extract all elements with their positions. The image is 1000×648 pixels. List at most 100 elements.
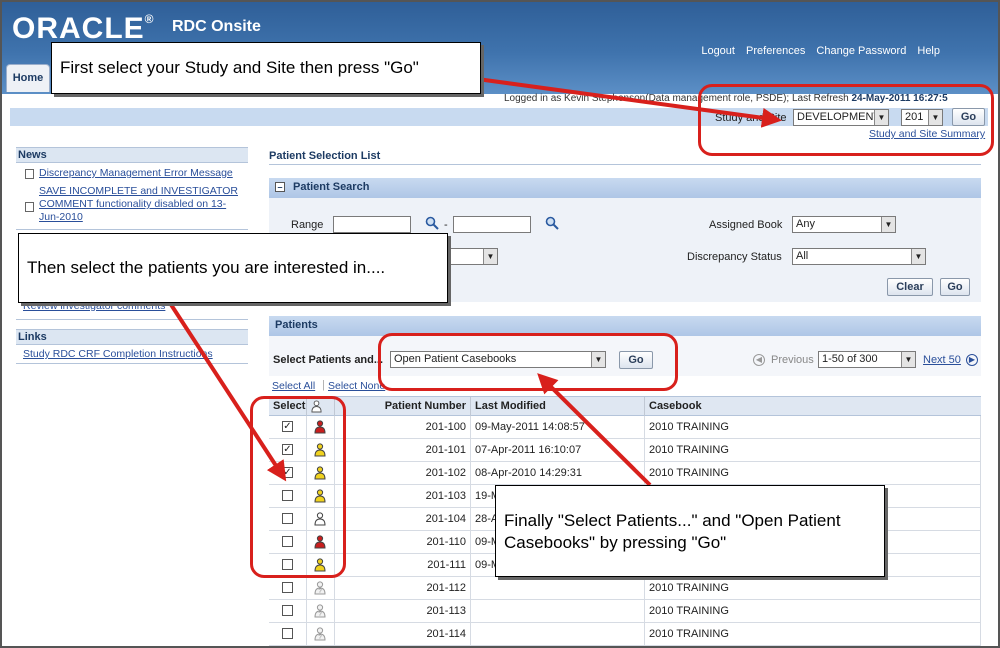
oracle-logo: ORACLE®	[12, 12, 155, 45]
table-row[interactable]: ? 201-112 2010 TRAINING	[269, 577, 981, 600]
news-item-link[interactable]: SAVE INCOMPLETE and INVESTIGATOR COMMENT…	[39, 185, 244, 224]
page-range-select[interactable]: 1-50 of 300 ▼	[818, 351, 916, 368]
callout-step-2: Then select the patients you are interes…	[18, 233, 448, 303]
select-cell: ✓	[269, 462, 307, 484]
patient-number-cell: 201-110	[335, 531, 471, 553]
chevron-down-icon: ▼	[928, 110, 942, 125]
select-none-link[interactable]: Select None	[328, 380, 385, 392]
casebook-cell: 2010 TRAINING	[645, 416, 981, 438]
select-all-link[interactable]: Select All	[272, 380, 315, 392]
range-to-input[interactable]	[453, 216, 531, 233]
previous-link[interactable]: Previous	[771, 354, 814, 366]
patient-checkbox[interactable]: ✓	[282, 421, 293, 432]
col-last-modified[interactable]: Last Modified	[471, 397, 645, 416]
patient-number-cell: 201-102	[335, 462, 471, 484]
site-select[interactable]: 201 ▼	[901, 109, 943, 126]
col-status	[307, 397, 335, 416]
document-icon	[25, 169, 34, 179]
search-icon[interactable]	[425, 216, 439, 230]
patient-checkbox[interactable]	[282, 490, 293, 501]
patient-number-cell: 201-112	[335, 577, 471, 599]
last-modified-cell: 08-Apr-2010 14:29:31	[471, 462, 645, 484]
change-password-link[interactable]: Change Password	[816, 45, 906, 57]
casebook-cell: 2010 TRAINING	[645, 462, 981, 484]
study-site-summary-link[interactable]: Study and Site Summary	[869, 128, 985, 140]
last-modified-cell	[471, 600, 645, 622]
chevron-down-icon: ▼	[483, 249, 497, 264]
col-casebook[interactable]: Casebook	[645, 397, 981, 416]
assigned-book-select[interactable]: Any ▼	[792, 216, 896, 233]
patient-checkbox[interactable]	[282, 628, 293, 639]
col-select: Select	[269, 397, 307, 416]
tab-home[interactable]: Home	[6, 64, 50, 92]
crf-instructions-link[interactable]: Study RDC CRF Completion Instructions	[23, 348, 238, 361]
discrepancy-status-select[interactable]: All ▼	[792, 248, 926, 265]
col-patient-number[interactable]: Patient Number	[335, 397, 471, 416]
filter-select[interactable]: ▼	[442, 248, 498, 265]
patient-checkbox[interactable]: ✓	[282, 444, 293, 455]
patient-checkbox[interactable]: ✓	[282, 467, 293, 478]
status-cell	[307, 554, 335, 576]
table-header: Select Patient Number Last Modified Case…	[269, 396, 981, 416]
global-links: Logout Preferences Change Password Help	[693, 45, 940, 57]
patient-number-cell: 201-104	[335, 508, 471, 530]
news-header: News	[16, 147, 248, 163]
preferences-link[interactable]: Preferences	[746, 45, 805, 57]
casebook-cell: 2010 TRAINING	[645, 577, 981, 599]
chevron-down-icon: ▼	[881, 217, 895, 232]
patient-number-cell: 201-100	[335, 416, 471, 438]
range-from-input[interactable]	[333, 216, 411, 233]
previous-icon[interactable]: ◀	[753, 354, 765, 366]
person-status-icon	[314, 558, 326, 572]
patient-checkbox[interactable]	[282, 582, 293, 593]
links-box: Study RDC CRF Completion Instructions	[16, 346, 248, 364]
news-item-link[interactable]: Discrepancy Management Error Message	[39, 167, 244, 180]
patient-checkbox[interactable]	[282, 513, 293, 524]
select-cell	[269, 485, 307, 507]
person-unknown-icon: ?	[314, 604, 326, 618]
patient-number-cell: 201-113	[335, 600, 471, 622]
next-link[interactable]: Next 50	[923, 354, 961, 366]
person-status-icon	[314, 535, 326, 549]
patient-checkbox[interactable]	[282, 559, 293, 570]
table-row[interactable]: ✓ 201-102 08-Apr-2010 14:29:31 2010 TRAININ…	[269, 462, 981, 485]
table-row[interactable]: ✓ 201-101 07-Apr-2011 16:10:07 2010 TRAININ…	[269, 439, 981, 462]
last-modified-cell	[471, 623, 645, 645]
casebook-cell: 2010 TRAINING	[645, 623, 981, 645]
assigned-book-label: Assigned Book	[709, 219, 783, 231]
study-select[interactable]: DEVELOPMENT ▼	[793, 109, 889, 126]
range-label: Range	[291, 219, 324, 231]
person-status-icon	[314, 443, 326, 457]
person-status-icon	[314, 489, 326, 503]
patient-checkbox[interactable]	[282, 605, 293, 616]
person-status-icon	[314, 512, 326, 526]
person-icon	[311, 400, 322, 413]
status-cell	[307, 508, 335, 530]
patient-number-cell: 201-114	[335, 623, 471, 645]
patient-search-header: – Patient Search	[269, 178, 981, 198]
status-cell: ?	[307, 577, 335, 599]
patient-action-go-button[interactable]: Go	[619, 351, 653, 369]
help-link[interactable]: Help	[917, 45, 940, 57]
clear-button[interactable]: Clear	[887, 278, 933, 296]
collapse-icon[interactable]: –	[275, 182, 285, 192]
person-status-icon	[314, 466, 326, 480]
person-unknown-icon: ?	[314, 627, 326, 641]
patient-number-cell: 201-111	[335, 554, 471, 576]
next-icon[interactable]: ▶	[966, 354, 978, 366]
table-row[interactable]: ? 201-114 2010 TRAINING	[269, 623, 981, 646]
select-patients-label: Select Patients and...	[273, 354, 384, 366]
patient-action-select[interactable]: Open Patient Casebooks ▼	[390, 351, 606, 368]
patient-checkbox[interactable]	[282, 536, 293, 547]
study-site-go-button[interactable]: Go	[952, 108, 985, 126]
table-row[interactable]: ✓ 201-100 09-May-2011 14:08:57 2010 TRAININ…	[269, 416, 981, 439]
links-header: Links	[16, 329, 248, 345]
table-row[interactable]: ? 201-113 2010 TRAINING	[269, 600, 981, 623]
logout-link[interactable]: Logout	[701, 45, 735, 57]
select-cell	[269, 600, 307, 622]
person-unknown-icon: ?	[314, 581, 326, 595]
search-icon[interactable]	[545, 216, 559, 230]
separator: |	[322, 379, 325, 391]
range-dash: -	[444, 219, 448, 231]
search-go-button[interactable]: Go	[940, 278, 970, 296]
